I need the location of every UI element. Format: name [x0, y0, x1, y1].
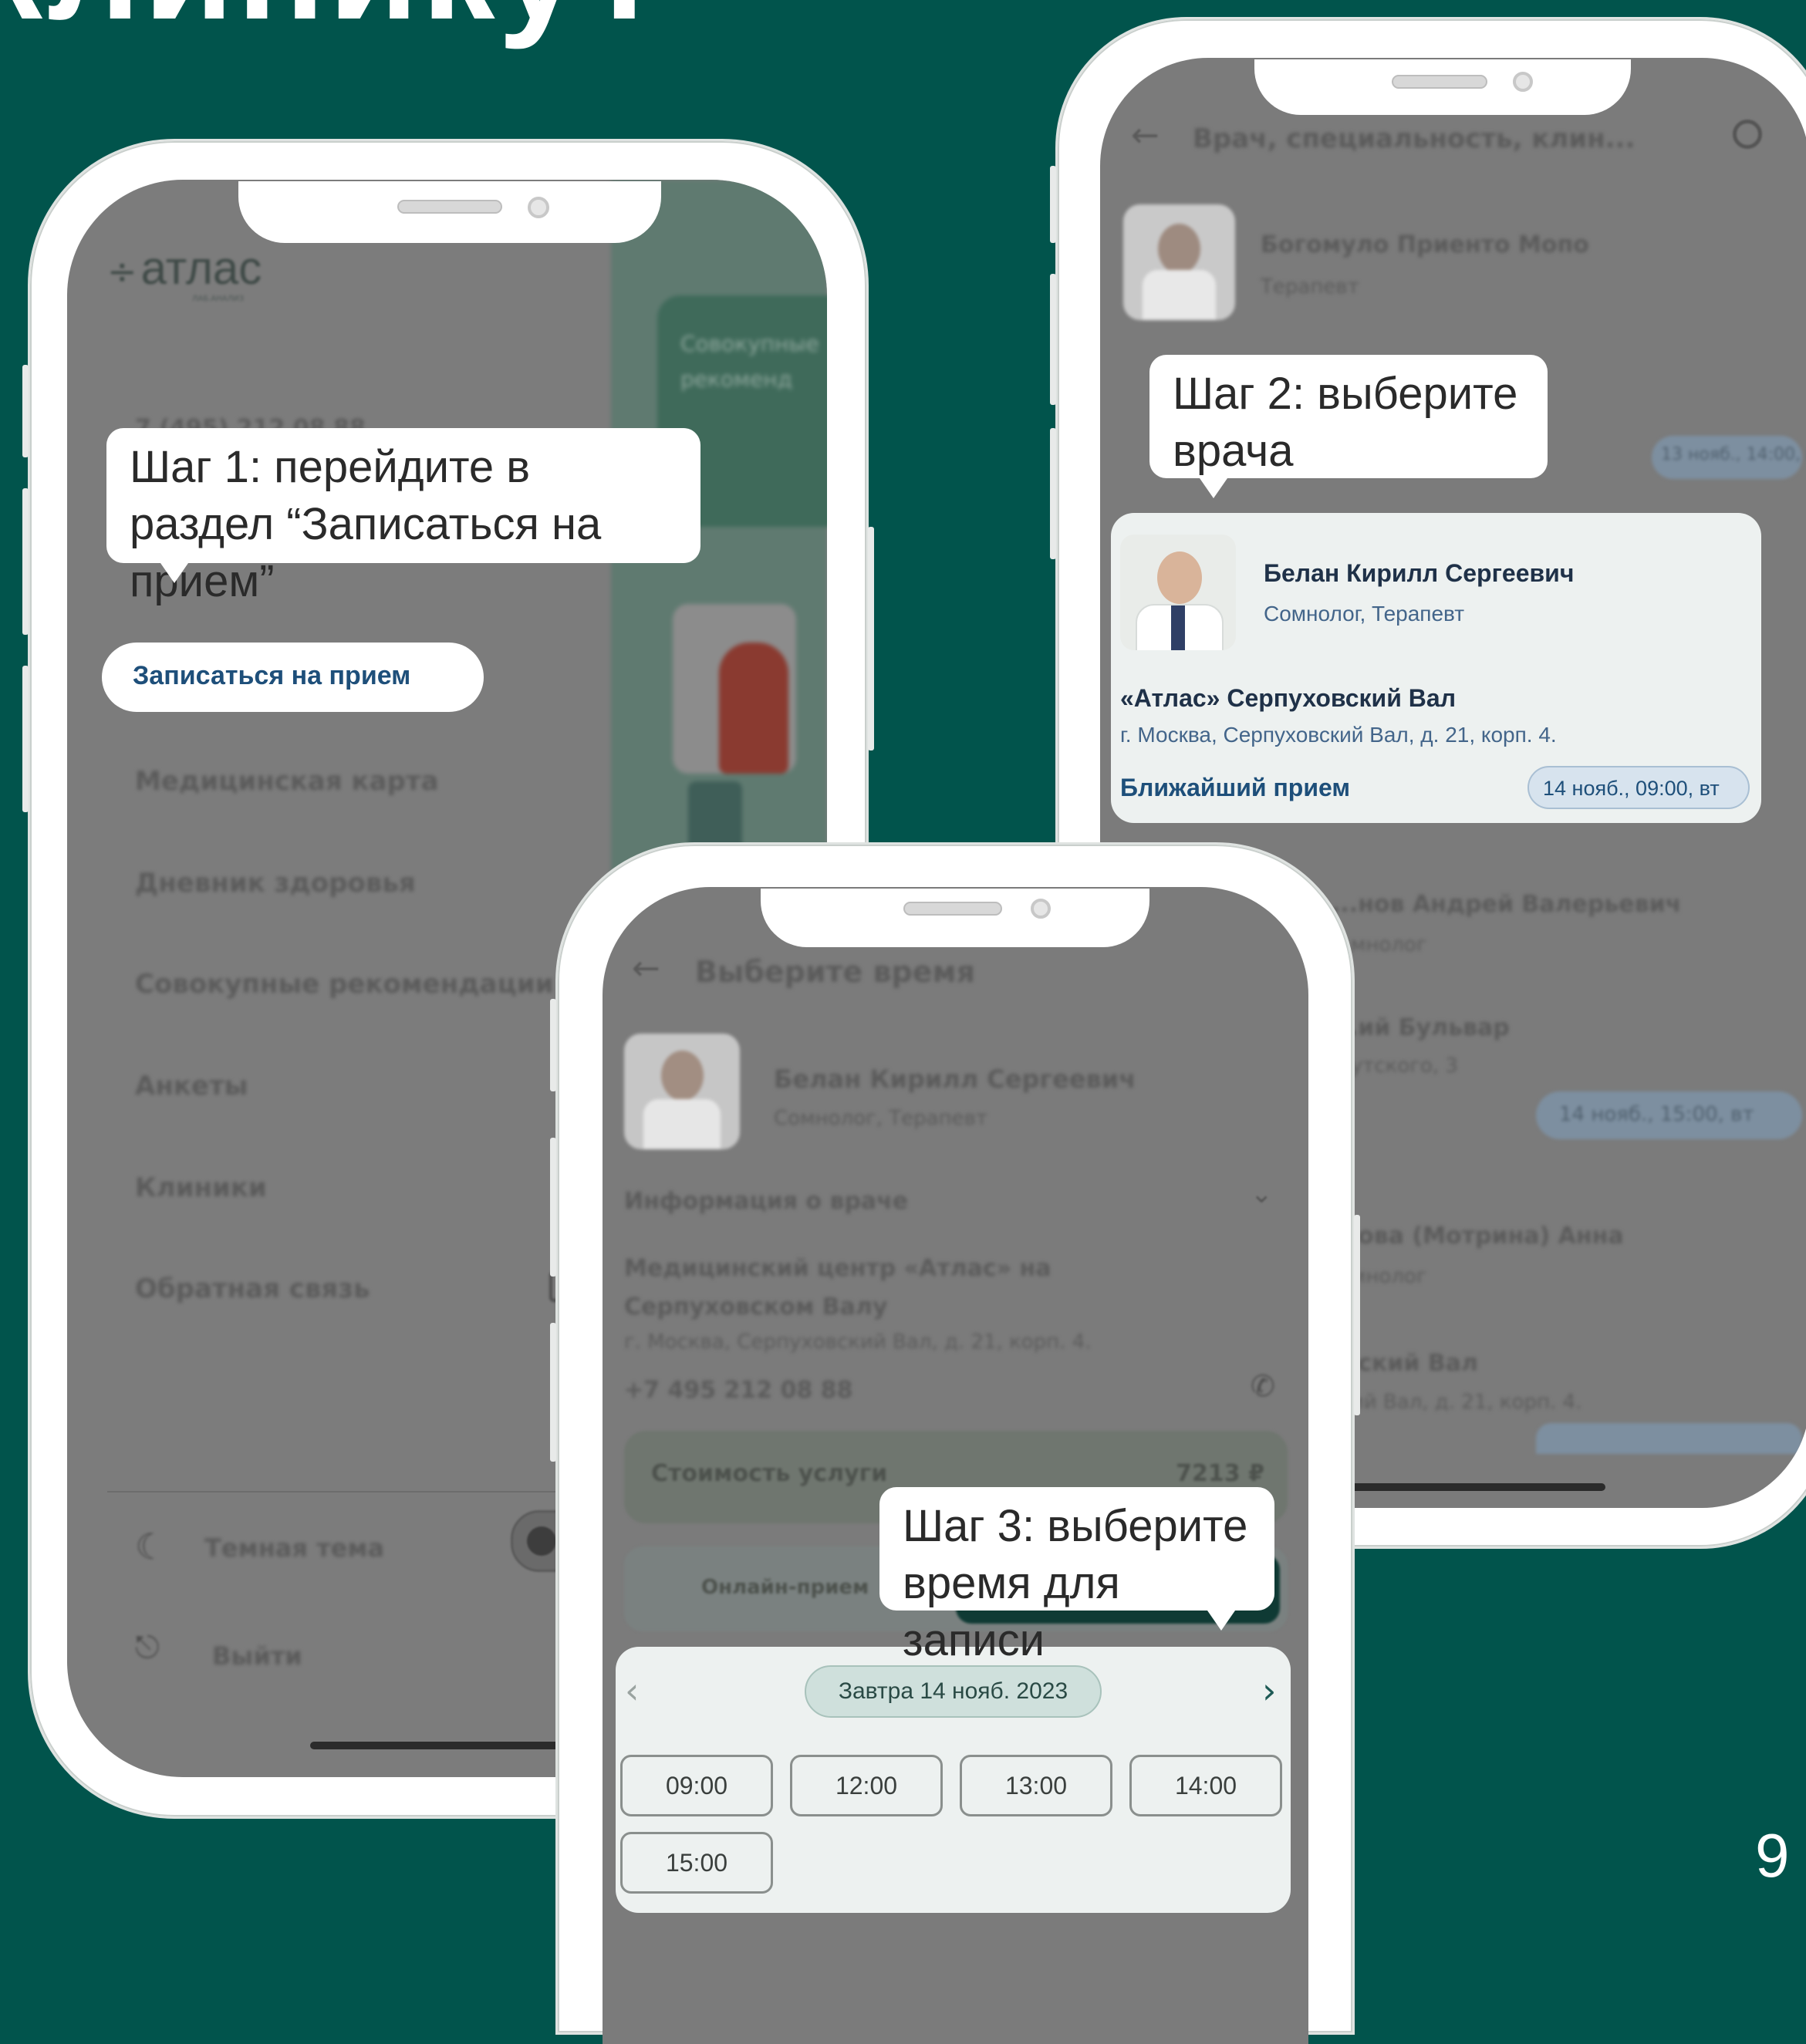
search-field-title[interactable]: Врач, специальность, клин...	[1193, 123, 1635, 154]
callout-tail	[160, 563, 188, 583]
chevron-down-icon[interactable]: ⌄	[1251, 1179, 1273, 1209]
date-label: Завтра 14 нояб. 2023	[838, 1678, 1068, 1704]
front-camera	[1513, 72, 1533, 92]
step2-callout: Шаг 2: выберите врача	[1149, 355, 1548, 498]
side-button	[22, 365, 29, 457]
doctor-photo	[1120, 535, 1236, 650]
side-button	[1050, 428, 1056, 559]
doctor-info-toggle[interactable]: Информация о враче	[624, 1188, 908, 1215]
doctor-name[interactable]: Богомуло Приенто Мопо	[1261, 231, 1589, 258]
menu-item-health-diary[interactable]: Дневник здоровья	[135, 868, 416, 899]
clinic-phone[interactable]: +7 495 212 08 88	[624, 1377, 853, 1404]
nearest-appointment-badge[interactable]: 14 нояб., 09:00, вт	[1528, 766, 1750, 809]
logo-text: атлас	[140, 242, 262, 294]
doctor-specialty: Сомнолог, Терапевт	[774, 1107, 988, 1130]
callout-tail	[1200, 478, 1227, 498]
back-arrow-icon[interactable]: ←	[1131, 116, 1160, 155]
logout-button[interactable]: Выйти	[212, 1641, 302, 1671]
price-value: 7213 ₽	[1176, 1460, 1264, 1487]
side-button	[1354, 1215, 1360, 1415]
step2-text: Шаг 2: выберите врача	[1173, 369, 1518, 476]
notch	[761, 889, 1149, 947]
speaker	[903, 902, 1002, 916]
logo-subtitle: ЛАБ.АНАЛИЗ	[192, 295, 245, 303]
phone-icon[interactable]: ✆	[1251, 1369, 1275, 1403]
speaker	[1392, 75, 1487, 89]
step3-callout: Шаг 3: выберите время для записи	[879, 1487, 1274, 1665]
logo: ÷ атлас ЛАБ.АНАЛИЗ	[107, 241, 262, 303]
background-panel-text: Совокупные рекоменд	[680, 331, 819, 392]
logo-icon: ÷	[107, 251, 137, 292]
side-button	[22, 488, 29, 635]
time-slot[interactable]: 12:00	[790, 1755, 943, 1816]
home-indicator	[310, 1742, 588, 1749]
menu-item-recommendations[interactable]: Совокупные рекомендации	[135, 969, 553, 1000]
online-label: Онлайн-прием	[701, 1576, 869, 1599]
time-slot[interactable]: 14:00	[1129, 1755, 1282, 1816]
side-button	[550, 1323, 556, 1462]
moon-icon: ☾	[135, 1526, 167, 1567]
side-button	[1050, 166, 1056, 243]
clinic-address: г. Москва, Серпуховский Вал, д. 21, корп…	[624, 1331, 1092, 1354]
price-label: Стоимость услуги	[651, 1460, 888, 1487]
doctor-photo	[624, 1034, 740, 1149]
step1-callout: Шаг 1: перейдите в раздел “Записаться на…	[106, 428, 700, 606]
time-slot[interactable]: 15:00	[620, 1832, 773, 1894]
logout-icon: ⎋	[135, 1630, 160, 1665]
side-button	[22, 666, 29, 812]
menu-item-appointment[interactable]: Записаться на прием	[102, 643, 484, 712]
clinic-name: «Атлас» Серпуховский Вал	[1120, 684, 1457, 712]
clinic-name: Медицинский центр «Атлас» на Серпуховско…	[624, 1255, 1052, 1321]
doctor-specialty: Сомнолог, Терапевт	[1264, 602, 1465, 626]
side-button	[550, 1138, 556, 1277]
side-button	[868, 527, 874, 750]
nearest-badge[interactable]: 14 нояб., 15:00, вт	[1536, 1091, 1802, 1139]
speaker	[397, 200, 502, 214]
doctor-name: Белан Кирилл Сергеевич	[1264, 559, 1575, 587]
front-camera	[1031, 899, 1051, 919]
clinic-name: ...ий Бульвар	[1332, 1014, 1510, 1041]
callout-tail	[1207, 1611, 1235, 1631]
time-picker-card: ‹ Завтра 14 нояб. 2023 › 09:00 12:00 13:…	[616, 1647, 1291, 1913]
nearest-badge[interactable]: 13 нояб., 14:00, пн	[1652, 436, 1806, 479]
side-button	[1050, 274, 1056, 405]
doctor-specialty: Терапевт	[1261, 275, 1359, 299]
doctor-name[interactable]: ...ова (Мотрина) Анна	[1332, 1223, 1624, 1250]
dark-theme-label: Темная тема	[204, 1533, 385, 1563]
time-slot[interactable]: 13:00	[960, 1755, 1112, 1816]
badge-text: 13 нояб., 14:00, пн	[1661, 445, 1806, 464]
badge-text: 14 нояб., 15:00, вт	[1559, 1103, 1754, 1126]
nearest-appointment-value: 14 нояб., 09:00, вт	[1543, 777, 1720, 800]
side-button	[550, 999, 556, 1091]
nearest-badge[interactable]	[1536, 1423, 1802, 1454]
screen-title: Выберите время	[695, 955, 975, 989]
time-slot[interactable]: 09:00	[620, 1755, 773, 1816]
doctor-card[interactable]: Белан Кирилл Сергеевич Сомнолог, Терапев…	[1111, 513, 1761, 823]
menu-item-surveys[interactable]: Анкеты	[135, 1071, 248, 1101]
page-heading: клинику?	[0, 0, 675, 52]
doctor-name[interactable]: ...нов Андрей Валерьевич	[1332, 891, 1681, 918]
search-icon[interactable]	[1733, 120, 1762, 149]
clinic-address: г. Москва, Серпуховский Вал, д. 21, корп…	[1120, 723, 1557, 747]
date-badge: Завтра 14 нояб. 2023	[805, 1665, 1102, 1718]
front-camera	[528, 197, 549, 218]
menu-item-label: Записаться на прием	[133, 661, 411, 690]
menu-item-clinics[interactable]: Клиники	[135, 1172, 267, 1203]
menu-item-feedback[interactable]: Обратная связь	[135, 1273, 370, 1304]
divider	[107, 1491, 632, 1493]
doctor-name: Белан Кирилл Сергеевич	[774, 1064, 1136, 1094]
nearest-appointment-label: Ближайший прием	[1120, 774, 1351, 801]
clinic-address: ...ий Вал, д. 21, корп. 4.	[1332, 1391, 1582, 1414]
back-arrow-icon[interactable]: ←	[632, 949, 660, 988]
next-date-icon[interactable]: ›	[1262, 1670, 1276, 1712]
prev-date-icon[interactable]: ‹	[625, 1670, 639, 1712]
page-number: 9	[1755, 1821, 1790, 1890]
doctor-photo	[1123, 204, 1235, 320]
menu-item-medical-card[interactable]: Медицинская карта	[135, 766, 439, 797]
